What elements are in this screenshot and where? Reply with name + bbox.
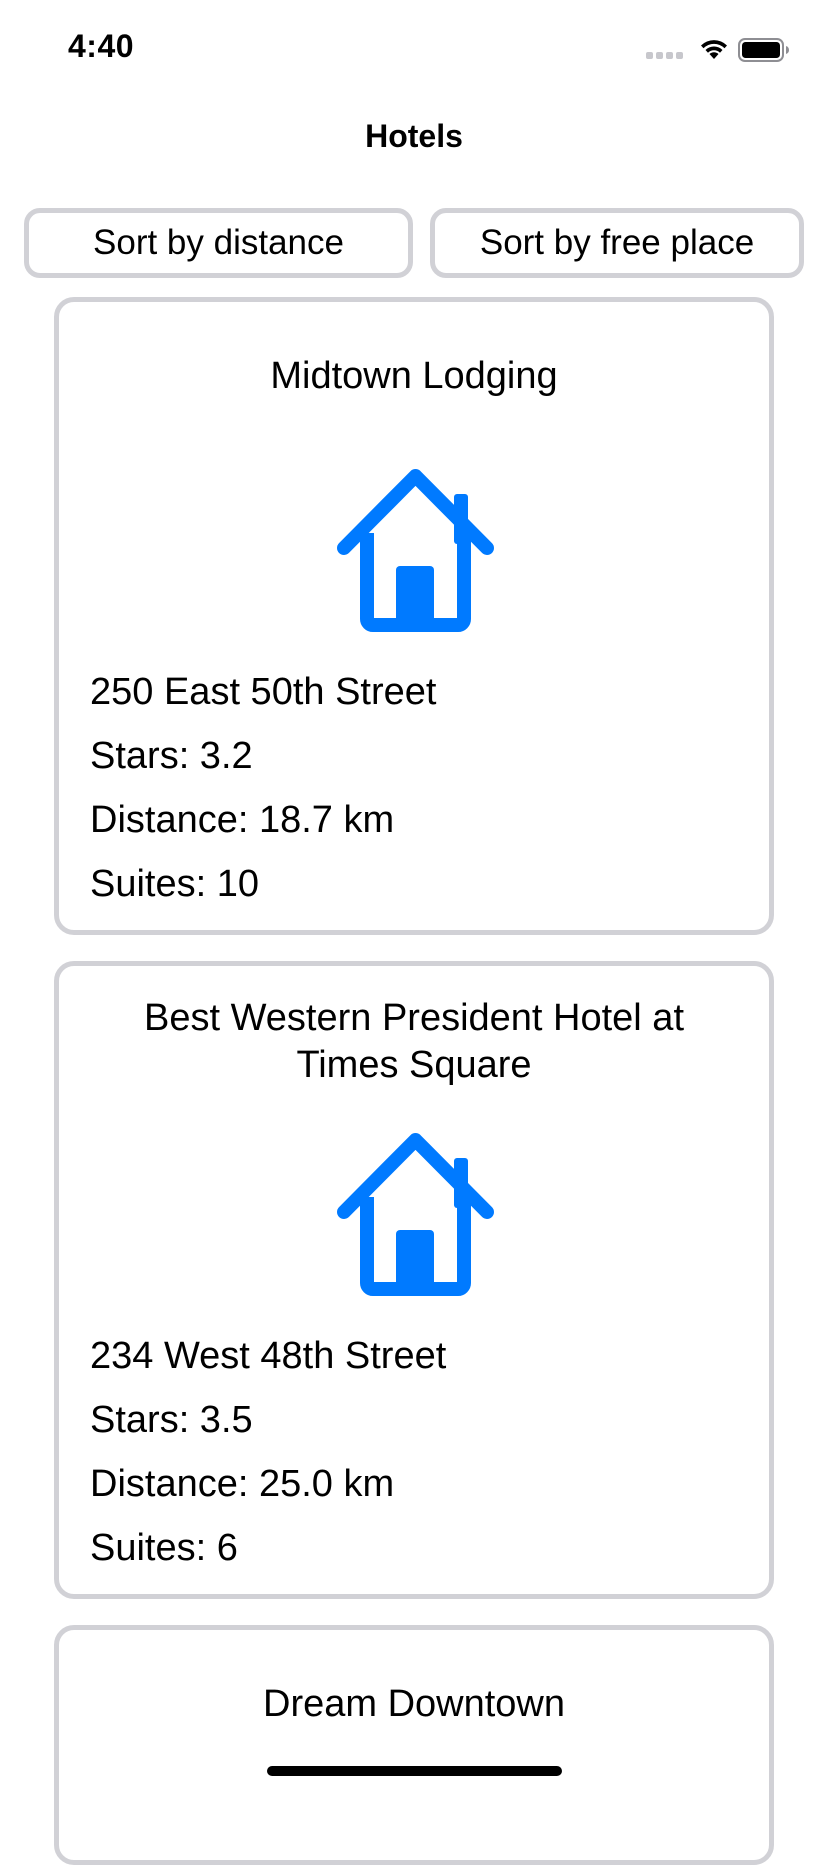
hotel-stars: Stars: 3.5 [90, 1399, 253, 1441]
status-time: 4:40 [68, 28, 135, 64]
page-title: Hotels [365, 118, 463, 154]
battery-icon [738, 38, 790, 67]
hotel-distance: Distance: 25.0 km [90, 1463, 395, 1505]
home-indicator[interactable] [267, 1766, 562, 1776]
hotel-card[interactable]: Dream Downtown [54, 1625, 774, 1865]
sort-by-free-place-button[interactable]: Sort by free place [430, 208, 804, 278]
hotel-stars: Stars: 3.2 [90, 735, 253, 777]
hotel-name: Midtown Lodging [270, 355, 558, 397]
hotel-card[interactable]: Midtown Lodging 250 East 50th Street Sta… [54, 297, 774, 935]
cellular-signal-icon [646, 48, 684, 66]
hotel-address: 250 East 50th Street [90, 671, 437, 713]
hotel-distance: Distance: 18.7 km [90, 799, 395, 841]
hotel-suites: Suites: 6 [90, 1527, 238, 1569]
hotel-suites: Suites: 10 [90, 863, 259, 905]
hotel-card[interactable]: Best Western President Hotel at Times Sq… [54, 961, 774, 1599]
hotel-name: Dream Downtown [263, 1683, 565, 1725]
sort-by-distance-button[interactable]: Sort by distance [24, 208, 413, 278]
hotel-name: Best Western President Hotel at Times Sq… [144, 997, 684, 1086]
house-icon [334, 461, 497, 635]
hotel-address: 234 West 48th Street [90, 1335, 447, 1377]
wifi-icon [698, 36, 730, 65]
status-bar: 4:40 [0, 0, 828, 100]
house-icon [334, 1125, 497, 1299]
